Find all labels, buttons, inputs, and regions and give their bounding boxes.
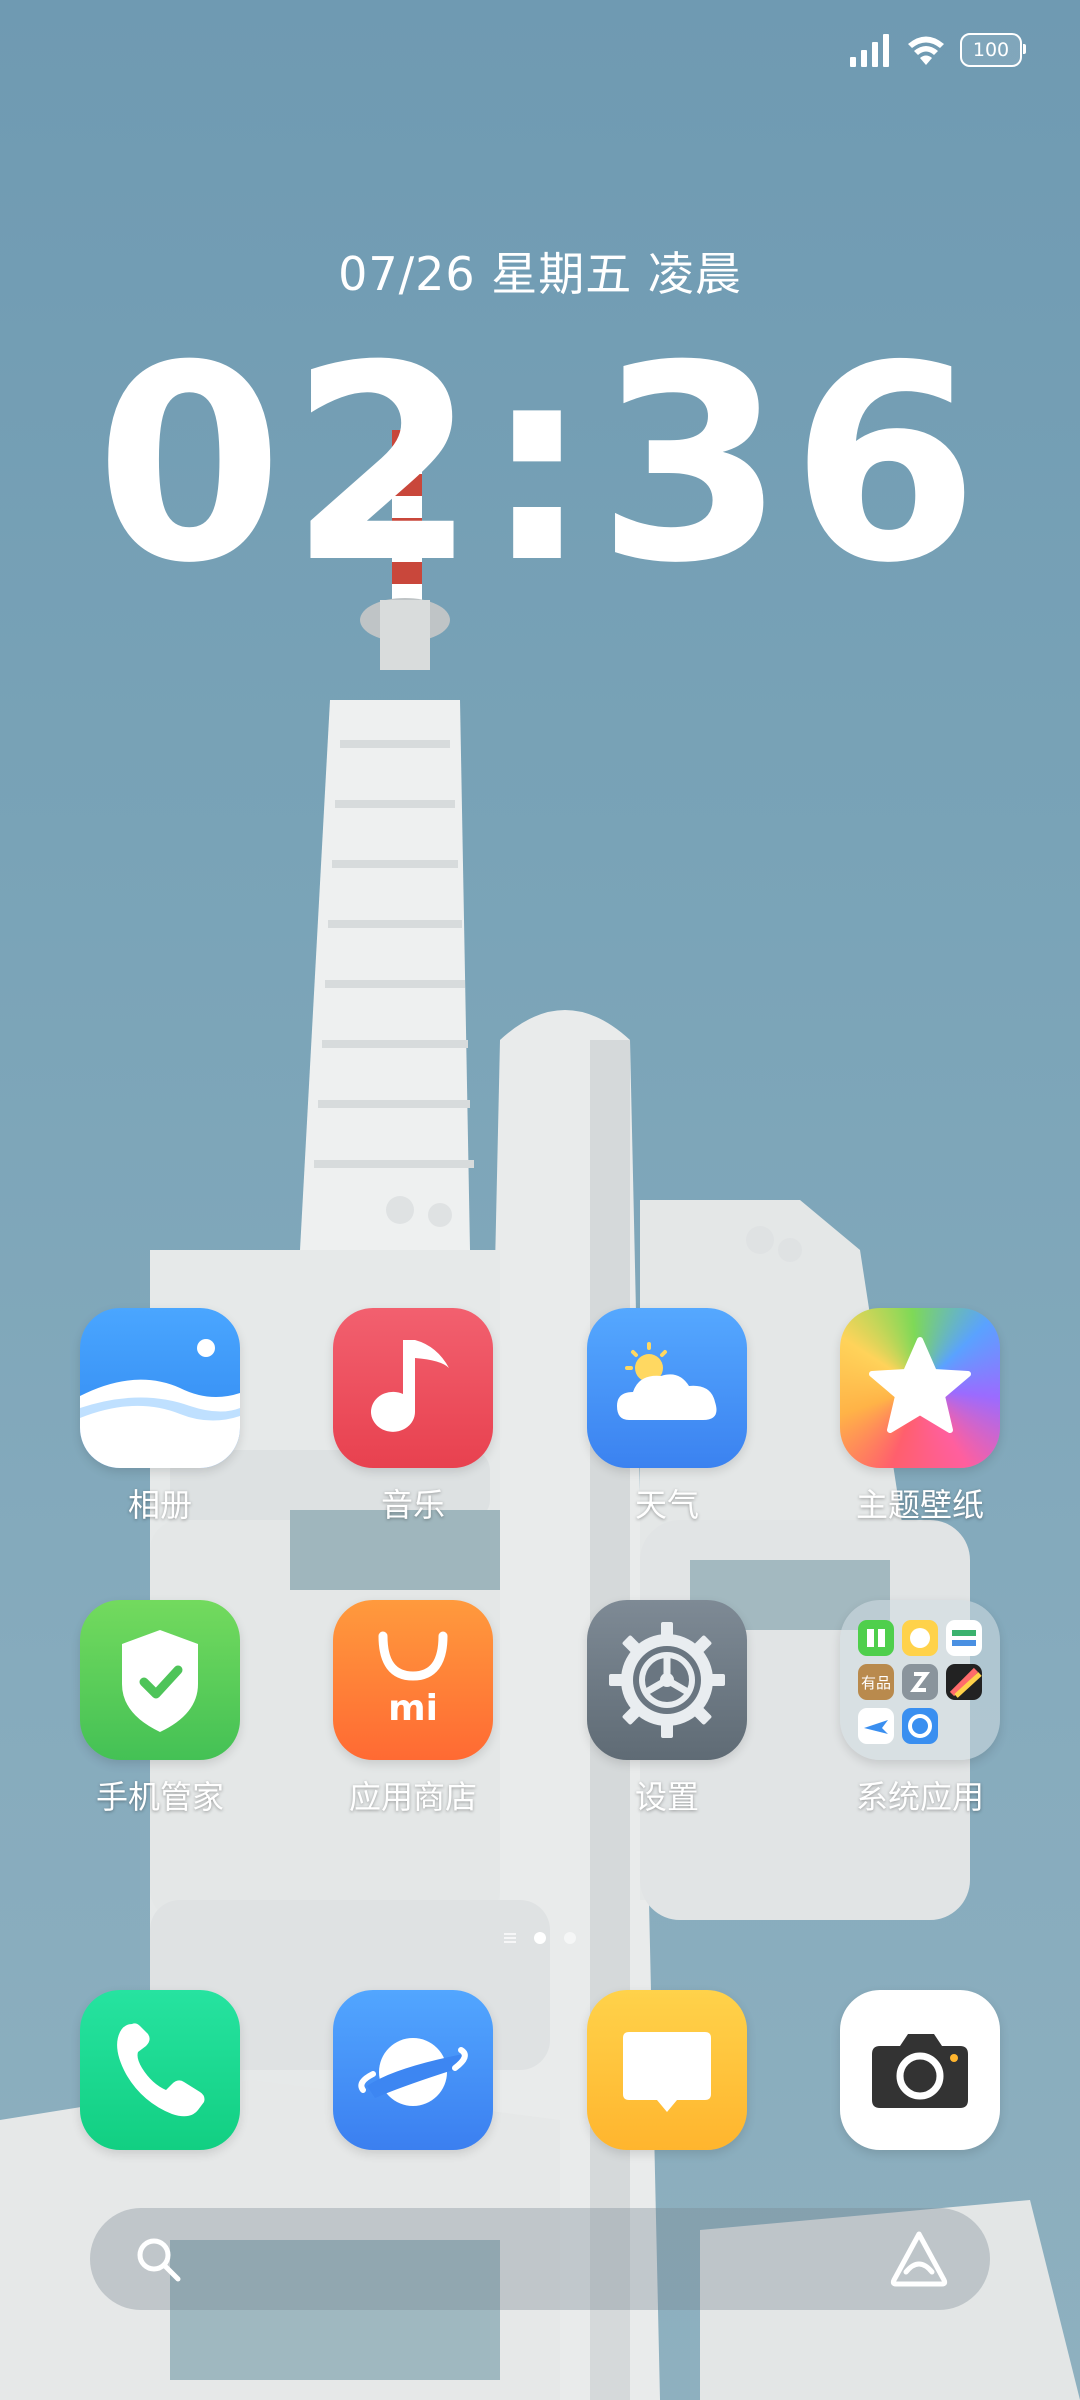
app-music[interactable]: 音乐 [313,1308,513,1526]
app-label: 系统应用 [855,1778,984,1816]
app-label: 设置 [634,1778,699,1816]
app-label: 应用商店 [348,1778,477,1816]
folder-mini-label: 有品 [861,1674,891,1692]
dock-phone[interactable] [80,1990,240,2150]
app-label: 天气 [634,1486,699,1524]
app-security[interactable]: 手机管家 [60,1600,260,1818]
security-icon [80,1600,240,1760]
app-weather[interactable]: 天气 [567,1308,767,1526]
app-label: 音乐 [380,1486,445,1524]
dock-camera[interactable] [840,1990,1000,2150]
phone-icon [80,1990,240,2150]
app-label: 主题壁纸 [855,1486,984,1524]
search-bar[interactable] [90,2208,990,2310]
app-store-icon: mi [333,1600,493,1760]
search-icon[interactable] [132,2233,184,2285]
weather-icon [587,1308,747,1468]
page-dot-active [534,1932,546,1944]
assistant-icon[interactable] [888,2228,950,2290]
battery-indicator: 100 [960,33,1026,67]
svg-text:mi: mi [388,1688,438,1729]
app-settings[interactable]: 设置 [567,1600,767,1818]
gallery-icon [80,1308,240,1468]
music-icon [333,1308,493,1468]
page-indicator[interactable] [0,1932,1080,1944]
home-screen: 100 07/26 星期五 凌晨 02:36 相册 音乐 天气 主题壁纸 手机管… [0,0,1080,2400]
camera-icon [840,1990,1000,2150]
app-label: 相册 [127,1486,192,1524]
status-bar: 100 [848,28,1026,72]
page-list-icon [504,1933,516,1943]
dock-browser[interactable] [333,1990,493,2150]
messages-icon [587,1990,747,2150]
app-label: 手机管家 [95,1778,224,1816]
app-store[interactable]: mi 应用商店 [313,1600,513,1818]
themes-icon [840,1308,1000,1468]
browser-icon [333,1990,493,2150]
settings-icon [587,1600,747,1760]
clock-time[interactable]: 02:36 [0,330,1080,600]
date-text: 07/26 星期五 凌晨 [338,247,742,301]
wifi-icon [908,36,944,65]
app-themes[interactable]: 主题壁纸 [820,1308,1020,1526]
dock-messages[interactable] [587,1990,747,2150]
app-gallery[interactable]: 相册 [60,1308,260,1526]
folder-icon: 有品 [840,1600,1000,1760]
app-folder-system[interactable]: 有品 系统应用 [820,1600,1020,1818]
page-dot [564,1932,576,1944]
signal-icon [850,34,889,67]
